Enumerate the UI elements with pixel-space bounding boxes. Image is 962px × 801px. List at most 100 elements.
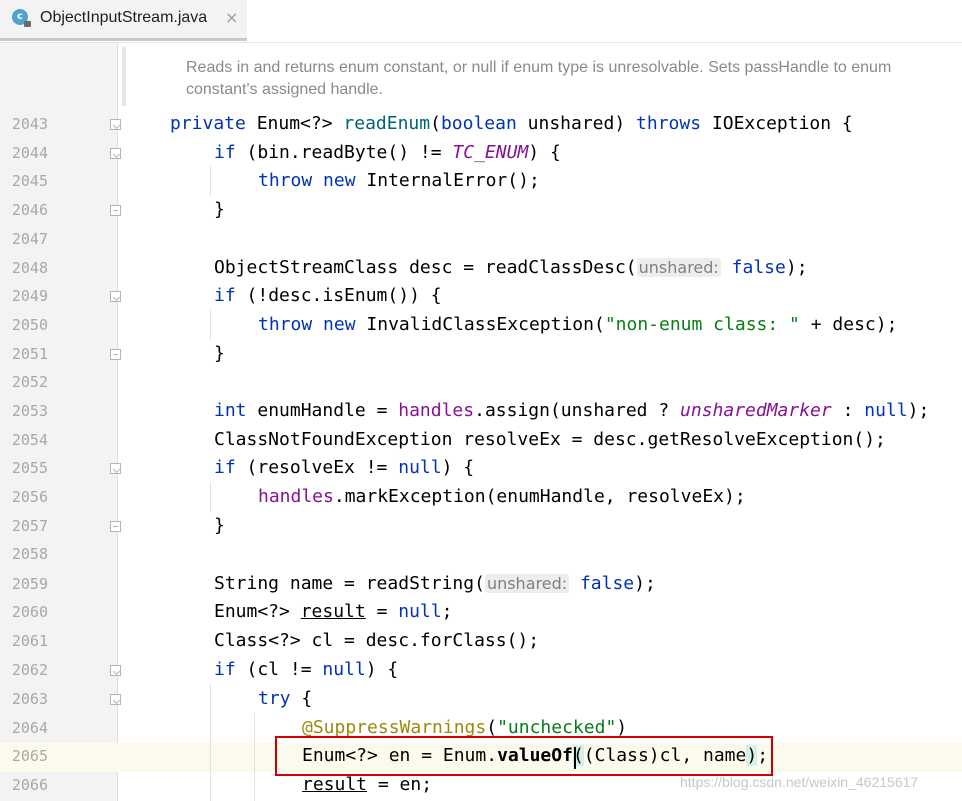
token: new: [323, 314, 367, 335]
token: if: [214, 142, 247, 163]
fold-marker[interactable]: [110, 119, 121, 130]
fold-marker[interactable]: [110, 205, 121, 216]
code-line-2048[interactable]: ObjectStreamClass desc = readClassDesc(u…: [214, 257, 808, 278]
code-line-2064[interactable]: @SuppressWarnings("unchecked"): [302, 717, 627, 738]
token: ) {: [441, 457, 475, 478]
fold-marker[interactable]: [110, 665, 121, 676]
line-number[interactable]: 2045: [0, 172, 48, 190]
token: IOException {: [711, 113, 853, 134]
token: (!desc.isEnum()) {: [246, 285, 442, 306]
token: false: [720, 257, 786, 278]
code-line-2043[interactable]: private Enum<?> readEnum(boolean unshare…: [170, 113, 853, 134]
code-line-2062[interactable]: if (cl != null) {: [214, 659, 398, 680]
watermark: https://blog.csdn.net/weixin_46215617: [680, 774, 919, 790]
token: }: [214, 199, 225, 220]
constant: unsharedMarker: [680, 400, 832, 421]
token: unshared): [527, 113, 637, 134]
token: =: [365, 601, 399, 622]
code-line-2050[interactable]: throw new InvalidClassException("non-enu…: [258, 314, 897, 335]
line-number[interactable]: 2066: [0, 776, 48, 794]
line-number[interactable]: 2062: [0, 661, 48, 679]
line-number[interactable]: 2064: [0, 719, 48, 737]
token: ) {: [365, 659, 399, 680]
line-number[interactable]: 2057: [0, 517, 48, 535]
fold-marker[interactable]: [110, 148, 121, 159]
line-number[interactable]: 2044: [0, 144, 48, 162]
fold-marker[interactable]: [110, 463, 121, 474]
code-line-2063[interactable]: try {: [258, 688, 312, 709]
code-line-2053[interactable]: int enumHandle = handles.assign(unshared…: [214, 400, 929, 421]
token: Enum<?>: [214, 601, 301, 622]
code-line-2045[interactable]: throw new InternalError();: [258, 170, 540, 191]
code-line-2056[interactable]: handles.markException(enumHandle, resolv…: [258, 486, 746, 507]
fold-marker[interactable]: [110, 694, 121, 705]
token: null: [398, 601, 442, 622]
line-number[interactable]: 2049: [0, 287, 48, 305]
line-number[interactable]: 2054: [0, 431, 48, 449]
close-tab-icon[interactable]: ×: [225, 8, 238, 27]
token: throw: [258, 314, 324, 335]
fold-marker[interactable]: [110, 291, 121, 302]
code-line-2054[interactable]: ClassNotFoundException resolveEx = desc.…: [214, 429, 886, 450]
code-line-2060[interactable]: Enum<?> result = null;: [214, 601, 452, 622]
tab-objectinputstream[interactable]: c ObjectInputStream.java ×: [0, 0, 247, 41]
fold-marker[interactable]: [110, 349, 121, 360]
token: throws: [636, 113, 712, 134]
line-number[interactable]: 2060: [0, 603, 48, 621]
token: (cl !=: [246, 659, 323, 680]
token: if: [214, 457, 247, 478]
line-number[interactable]: 2053: [0, 402, 48, 420]
line-number[interactable]: 2051: [0, 345, 48, 363]
parameter-hint: unshared:: [484, 574, 570, 593]
code-line-2055[interactable]: if (resolveEx != null) {: [214, 457, 474, 478]
line-number[interactable]: 2059: [0, 575, 48, 593]
code-line-2057[interactable]: }: [214, 515, 225, 536]
line-number[interactable]: 2058: [0, 545, 48, 563]
token: null: [398, 457, 442, 478]
code-line-2066[interactable]: result = en;: [302, 774, 432, 795]
token: enumHandle =: [257, 400, 399, 421]
fold-marker[interactable]: [110, 521, 121, 532]
token: }: [214, 343, 225, 364]
code-line-2061[interactable]: Class<?> cl = desc.forClass();: [214, 630, 539, 651]
indent-guide: [210, 166, 211, 196]
line-number[interactable]: 2046: [0, 201, 48, 219]
indent-guide: [210, 684, 211, 801]
rendered-doc-comment: Reads in and returns enum constant, or n…: [122, 47, 962, 106]
line-number[interactable]: 2043: [0, 115, 48, 133]
line-number[interactable]: 2063: [0, 690, 48, 708]
string-literal: "unchecked": [497, 717, 617, 738]
token: throw: [258, 170, 324, 191]
token: ObjectStreamClass desc = readClassDesc(: [214, 257, 637, 278]
line-number[interactable]: 2055: [0, 459, 48, 477]
code-line-2059[interactable]: String name = readString(unshared: false…: [214, 573, 656, 594]
line-number[interactable]: 2056: [0, 488, 48, 506]
token: (resolveEx !=: [246, 457, 399, 478]
parameter-hint: unshared:: [636, 258, 721, 277]
line-number[interactable]: 2065: [0, 747, 48, 765]
code-line-2049[interactable]: if (!desc.isEnum()) {: [214, 285, 442, 306]
token: (bin.readByte() !=: [246, 142, 453, 163]
token: ) {: [528, 142, 561, 163]
token: try: [258, 688, 302, 709]
line-number[interactable]: 2050: [0, 316, 48, 334]
code-line-2044[interactable]: if (bin.readByte() != TC_ENUM) {: [214, 142, 561, 163]
token: boolean: [440, 113, 528, 134]
token: }: [214, 515, 225, 536]
doc-comment-text: Reads in and returns enum constant, or n…: [186, 59, 892, 98]
code-line-2051[interactable]: }: [214, 343, 225, 364]
indent-guide: [210, 310, 211, 340]
line-number[interactable]: 2061: [0, 632, 48, 650]
token: );: [907, 400, 930, 421]
token: .assign(unshared ?: [474, 400, 681, 421]
indent-guide: [254, 713, 255, 801]
token: = en;: [367, 774, 433, 795]
code-line-2046[interactable]: }: [214, 199, 225, 220]
line-number[interactable]: 2048: [0, 259, 48, 277]
token: private: [170, 113, 257, 134]
line-number[interactable]: 2047: [0, 230, 48, 248]
line-number[interactable]: 2052: [0, 373, 48, 391]
token: (: [430, 113, 441, 134]
tab-title[interactable]: ObjectInputStream.java: [40, 9, 207, 27]
token: String name = readString(: [214, 573, 485, 594]
